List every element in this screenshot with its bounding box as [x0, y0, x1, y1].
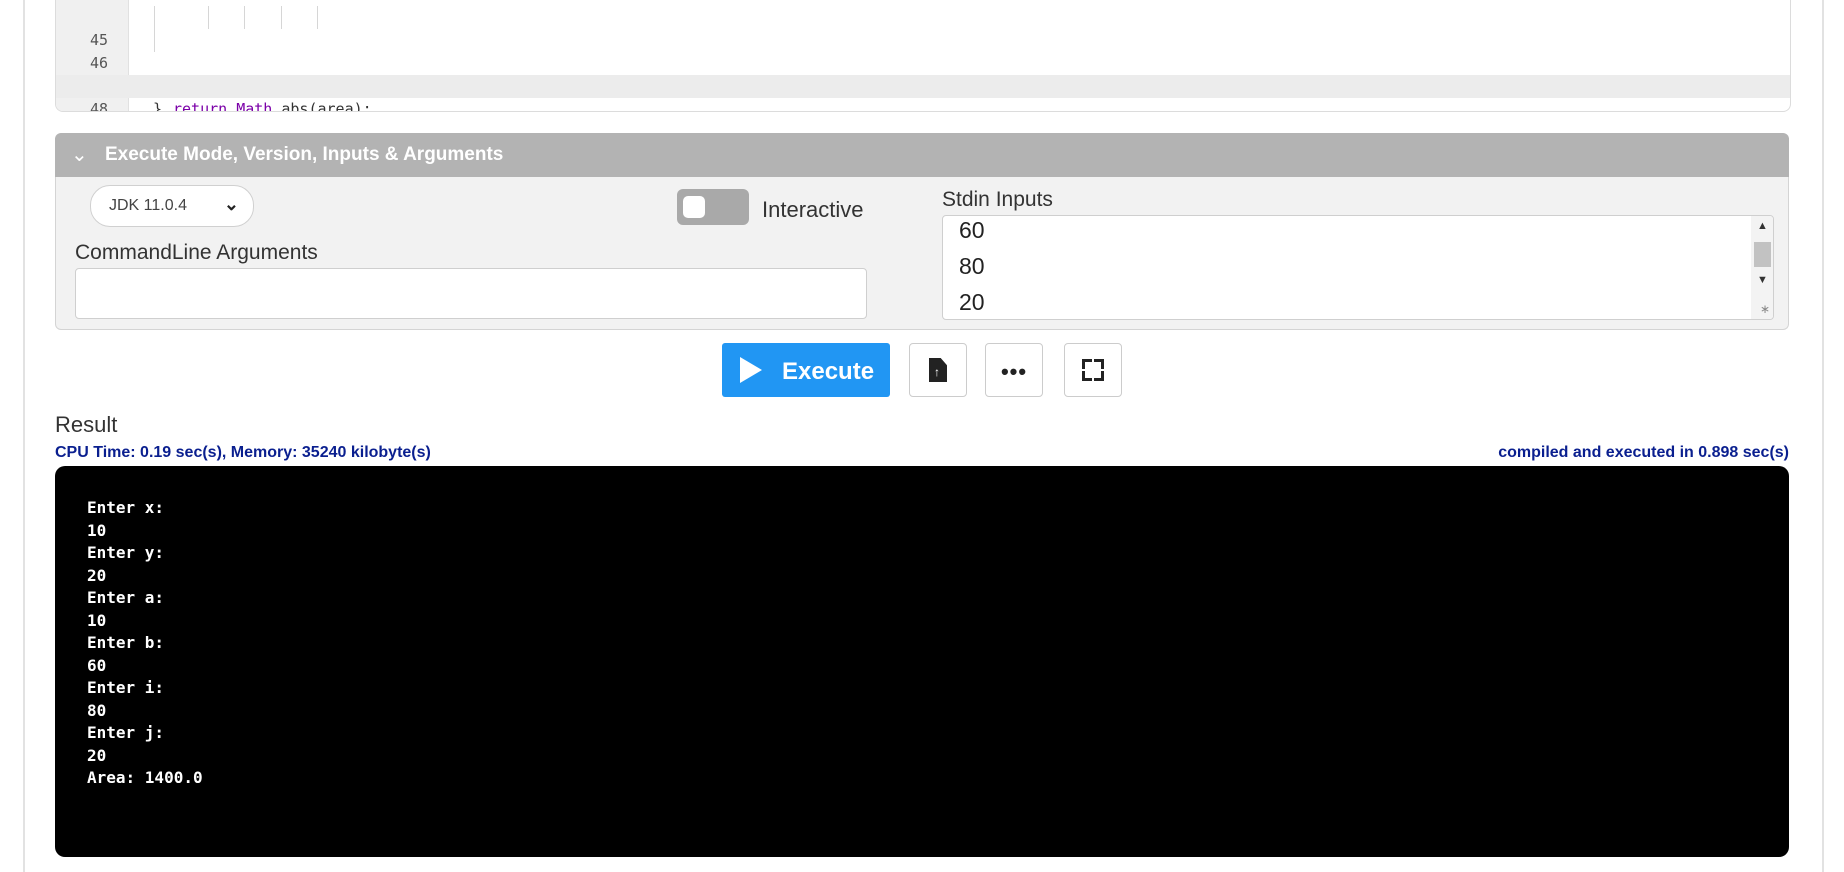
more-icon: •••: [1000, 359, 1028, 384]
execute-button[interactable]: Execute: [722, 343, 890, 397]
output-line: Enter b:: [87, 633, 165, 652]
scroll-up-icon[interactable]: ▲: [1757, 220, 1768, 232]
stdin-textarea[interactable]: 60 80 20 ▲ ▼ ∗: [942, 215, 1774, 320]
toggle-knob: [683, 196, 705, 218]
code-line-47[interactable]: 47 }: [56, 52, 1790, 111]
output-line: 10: [87, 521, 107, 540]
stdin-line: 80: [959, 253, 985, 279]
output-line: 20: [87, 566, 107, 585]
chevron-down-icon: ⌄: [71, 144, 88, 166]
output-line: 80: [87, 701, 107, 720]
stdin-line: 20: [959, 289, 985, 315]
execute-label: Execute: [782, 358, 875, 385]
panel-title: Execute Mode, Version, Inputs & Argument…: [105, 144, 504, 165]
line-number: 48: [89, 100, 108, 112]
interactive-label: Interactive: [762, 197, 864, 222]
output-line: Enter y:: [87, 543, 165, 562]
output-line: Enter x:: [87, 498, 165, 517]
play-icon: [740, 357, 762, 383]
chevron-down-icon: ⌄: [223, 194, 239, 214]
execution-stats: CPU Time: 0.19 sec(s), Memory: 35240 kil…: [55, 444, 431, 461]
result-label: Result: [55, 412, 118, 437]
cmd-args-input[interactable]: [75, 268, 867, 319]
resize-handle-icon[interactable]: ∗: [1760, 302, 1770, 316]
code-editor[interactable]: 45 + B.x * (C.y - A.y) + C.x * (A.y - B.…: [55, 0, 1791, 112]
stdin-line: 60: [959, 217, 985, 243]
output-line: Enter j:: [87, 723, 165, 742]
code-text: }: [153, 100, 163, 112]
stdin-label: Stdin Inputs: [942, 188, 1053, 211]
compile-time: compiled and executed in 0.898 sec(s): [1498, 444, 1789, 461]
output-line: 60: [87, 656, 107, 675]
cmd-args-label: CommandLine Arguments: [75, 241, 318, 264]
scroll-thumb[interactable]: [1754, 242, 1771, 267]
output-line: Area: 1400.0: [87, 768, 203, 787]
more-options-button[interactable]: •••: [985, 343, 1043, 397]
output-line: Enter i:: [87, 678, 165, 697]
output-line: 10: [87, 611, 107, 630]
output-line: Enter a:: [87, 588, 165, 607]
interactive-toggle[interactable]: [677, 189, 749, 225]
version-value: JDK 11.0.4: [109, 197, 187, 214]
code-line-46[interactable]: 46 return Math.abs(area);: [56, 29, 1790, 111]
code-line-45[interactable]: 45 + B.x * (C.y - A.y) + C.x * (A.y - B.…: [56, 6, 1790, 95]
upload-file-button[interactable]: ↑: [909, 343, 967, 397]
output-console[interactable]: Enter x: 10 Enter y: 20 Enter a: 10 Ente…: [55, 466, 1789, 857]
code-line-48[interactable]: 48 }: [56, 75, 1790, 111]
scroll-down-icon[interactable]: ▼: [1757, 274, 1768, 286]
fullscreen-icon: [1082, 359, 1104, 381]
execute-panel-header[interactable]: ⌄ Execute Mode, Version, Inputs & Argume…: [55, 133, 1789, 177]
code-text: return Math.abs(area);: [173, 100, 372, 112]
version-select[interactable]: JDK 11.0.4 ⌄: [90, 185, 254, 227]
output-line: 20: [87, 746, 107, 765]
fullscreen-button[interactable]: [1064, 343, 1122, 397]
